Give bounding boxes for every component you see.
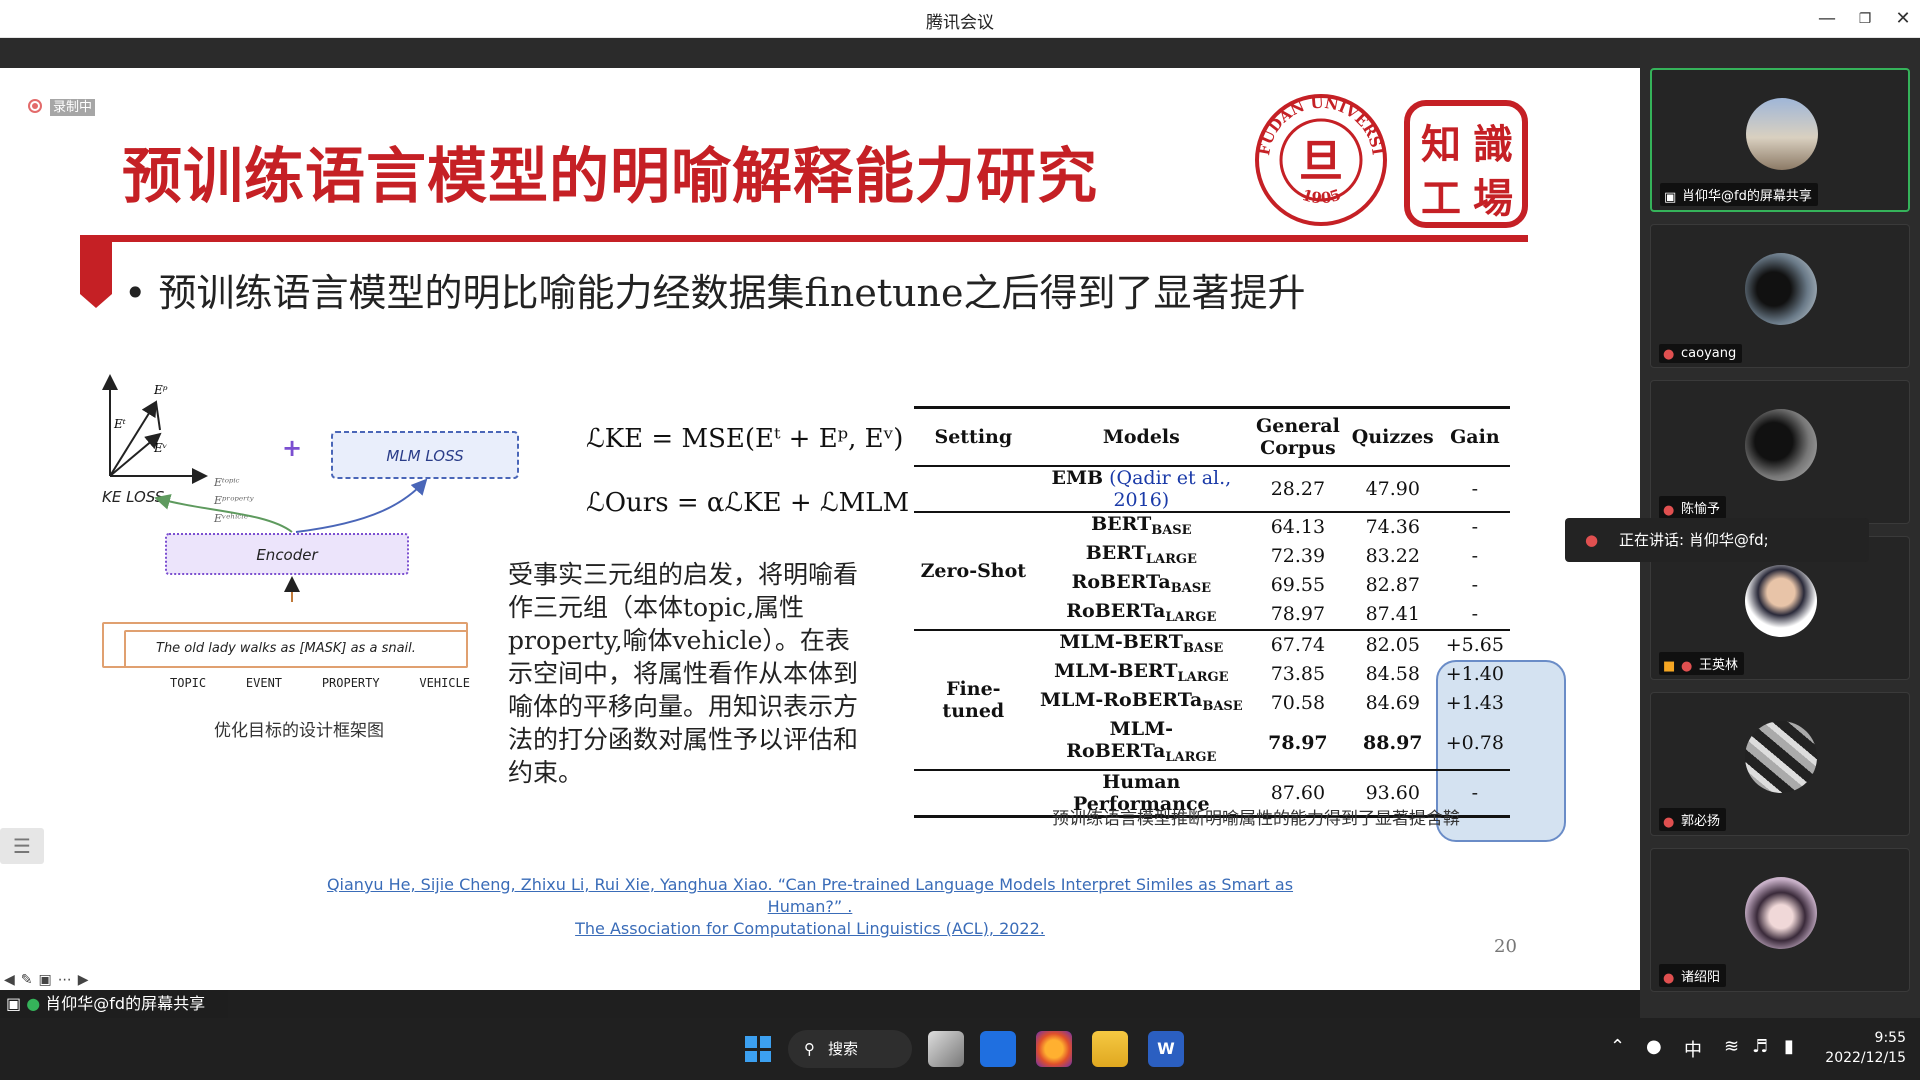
annotation-tools[interactable]: ◀✎▣⋯▶ — [4, 972, 95, 988]
avatar — [1745, 565, 1817, 637]
mic-muted-icon: ● — [1663, 970, 1675, 986]
mlm-loss-label: MLM LOSS — [386, 447, 464, 465]
ke-loss-label: KE LOSS — [102, 488, 165, 506]
mic-muted-icon: ● — [1663, 814, 1675, 830]
formula-ours: ℒOurs = αℒKE + ℒMLM — [586, 488, 910, 518]
page-number: 20 — [1494, 936, 1517, 957]
chevron-up-icon[interactable]: ⌃ — [1610, 1036, 1625, 1057]
avatar — [1745, 253, 1817, 325]
slide-bullet: • 预训练语言模型的明比喻能力经数据集finetune之后得到了显著提升 — [124, 271, 1306, 315]
setting-zero-shot: Zero-Shot — [920, 559, 1027, 582]
label-event: EVENT — [245, 676, 283, 690]
firefox-icon[interactable] — [1036, 1031, 1072, 1067]
table-row: Fine-tuned MLM-BERTBASE 67.74 82.05 +5.6… — [914, 629, 1510, 722]
screen-share-icon: ▣ — [6, 994, 22, 1013]
table-row: EMB (Qadir et al., 2016) 28.27 47.90 - — [914, 465, 1510, 512]
mic-muted-icon: ● — [1663, 502, 1675, 518]
restore-icon[interactable]: ❐ — [1852, 6, 1878, 32]
task-view-icon[interactable] — [928, 1031, 964, 1067]
mic-icon: ● — [26, 994, 41, 1013]
file-explorer-icon[interactable] — [1092, 1031, 1128, 1067]
battery-icon[interactable]: ▮ — [1784, 1036, 1794, 1057]
participant-tile[interactable]: ▣ 肖仰华@fd的屏幕共享 — [1650, 68, 1910, 212]
svg-text:旦: 旦 — [1299, 136, 1343, 187]
svg-text:1905: 1905 — [1300, 186, 1343, 208]
ep-label: Eᵖ — [153, 383, 168, 397]
user-icon: ■ — [1663, 658, 1676, 674]
explanation-paragraph: 受事实三元组的启发，将明喻看作三元组（本体topic,属性property,喻体… — [508, 560, 859, 787]
setting-fine-tuned: Fine-tuned — [942, 677, 1005, 722]
diagram-caption: 优化目标的设计框架图 — [214, 721, 384, 741]
mic-muted-icon: ● — [1585, 531, 1599, 549]
header-setting: Setting — [934, 425, 1013, 448]
close-icon[interactable]: ✕ — [1890, 6, 1916, 32]
volume-icon[interactable]: ♬ — [1752, 1036, 1768, 1057]
token-labels: TOPIC EVENT PROPERTY VEHICLE — [170, 676, 470, 690]
forward-icon[interactable]: ▶ — [78, 972, 95, 988]
minimize-icon[interactable]: — — [1814, 6, 1840, 32]
label-vehicle: VEHICLE — [419, 676, 470, 690]
input-method-indicator[interactable]: 中 — [1684, 1036, 1702, 1062]
header-gain: Gain — [1450, 425, 1500, 448]
results-table: Setting Models General Corpus Quizzes Ga… — [914, 406, 1510, 818]
window-titlebar: 腾讯会议 — ❐ ✕ — [0, 0, 1920, 38]
shared-screen: 录制中 预训练语言模型的明喻解释能力研究 FUDAN UNIVERSITY 19… — [0, 68, 1640, 990]
participant-tile[interactable]: ● 诸绍阳 — [1650, 848, 1910, 992]
encoder-label: Encoder — [256, 546, 318, 564]
plus-sign: + — [282, 434, 302, 462]
header-quizzes: Quizzes — [1351, 425, 1434, 448]
participant-tile[interactable]: ● 郭必扬 — [1650, 692, 1910, 836]
avatar — [1745, 877, 1817, 949]
participant-tile[interactable]: ● caoyang — [1650, 224, 1910, 368]
toolbar-strip — [0, 38, 1640, 68]
ev-label: Eᵛ — [153, 441, 167, 455]
wifi-icon[interactable]: ≋ — [1724, 1036, 1739, 1057]
taskbar-search[interactable]: ⚲ 搜索 — [788, 1030, 912, 1068]
windows-taskbar: ⚲ 搜索 W ⌃ ● 中 ≋ ♬ ▮ 9:55 2022/12/15 — [0, 1018, 1920, 1080]
table-row: Zero-Shot BERTBASE 64.13 74.36 - — [914, 511, 1510, 582]
table-caption: 预训练语言模型推断明喻属性的能力得到了显著提舍鞥 — [1052, 809, 1460, 829]
citation-link[interactable]: (Qadir et al., 2016) — [1109, 467, 1231, 511]
avatar — [1745, 721, 1817, 793]
window-title: 腾讯会议 — [926, 13, 994, 33]
fudan-university-logo: FUDAN UNIVERSITY 1905 旦 — [1253, 92, 1387, 226]
participant-tile[interactable]: ● 陈愉予 — [1650, 380, 1910, 524]
system-clock[interactable]: 9:55 2022/12/15 — [1820, 1028, 1906, 1068]
input-sentence: The old lady walks as [MASK] as a snail. — [124, 630, 468, 668]
outline-list-icon[interactable]: ☰ — [0, 828, 44, 864]
label-property: PROPERTY — [321, 676, 380, 690]
word-icon[interactable]: W — [1148, 1031, 1184, 1067]
more-icon[interactable]: ⋯ — [58, 972, 78, 988]
framework-diagram: Eᵖ Eᵗ Eᵛ KE LOSS Eᵗᵒᵖⁱᶜ Eᵖʳᵒᵖᵉʳᵗʸ Eᵛᵉʰⁱᶜ… — [102, 374, 519, 602]
avatar — [1745, 409, 1817, 481]
pen-icon[interactable]: ✎ — [21, 972, 39, 988]
mic-muted-icon: ● — [1663, 346, 1675, 362]
reference-link[interactable]: Qianyu He, Sijie Cheng, Zhixu Li, Rui Xi… — [300, 874, 1320, 940]
screen-share-icon: ▣ — [1664, 189, 1677, 205]
start-menu-icon[interactable] — [740, 1031, 776, 1067]
back-icon[interactable]: ◀ — [4, 972, 21, 988]
header-general: General Corpus — [1256, 414, 1340, 459]
slide-title: 预训练语言模型的明喻解释能力研究 — [122, 142, 1098, 212]
microphone-icon[interactable]: ● — [1646, 1036, 1662, 1057]
zhishi-gongchang-logo: 知 識 工 場 — [1404, 100, 1528, 228]
title-divider — [80, 235, 1528, 242]
mic-muted-icon: ● — [1681, 658, 1693, 674]
formula-ke: ℒKE = MSE(Eᵗ + Eᵖ, Eᵛ) — [586, 424, 904, 454]
caption-icon[interactable]: ▣ — [39, 972, 58, 988]
tencent-meeting-icon[interactable] — [980, 1031, 1016, 1067]
ribbon-decoration — [80, 238, 112, 308]
e-topic-label: Eᵗᵒᵖⁱᶜ — [213, 476, 240, 489]
recording-indicator[interactable]: 录制中 — [28, 96, 96, 116]
speaking-indicator: ● 正在讲话: 肖仰华@fd; — [1565, 518, 1869, 562]
header-models: Models — [1102, 425, 1180, 448]
et-label: Eᵗ — [113, 417, 126, 431]
search-icon: ⚲ — [804, 1040, 815, 1058]
e-property-label: Eᵖʳᵒᵖᵉʳᵗʸ — [213, 494, 254, 507]
avatar — [1746, 98, 1818, 170]
label-topic: TOPIC — [170, 676, 207, 690]
screen-share-label: ▣ ● 肖仰华@fd的屏幕共享 — [0, 990, 228, 1018]
record-icon — [28, 98, 42, 113]
